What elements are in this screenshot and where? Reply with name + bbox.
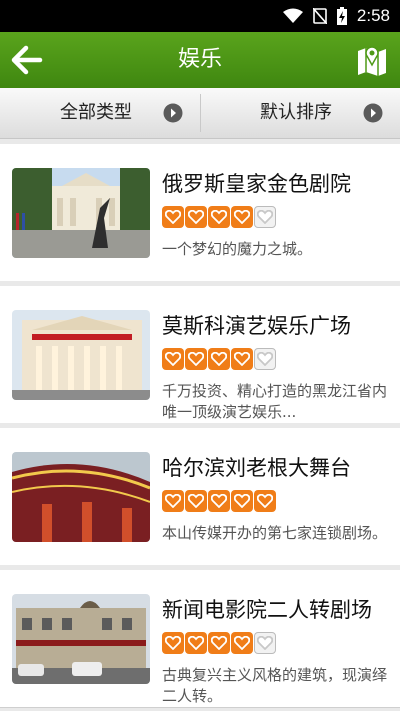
chevron-right-icon [163,103,183,123]
heart-filled-icon [208,206,230,228]
heart-filled-icon [254,490,276,512]
heart-filled-icon [231,348,253,370]
heart-filled-icon [162,632,184,654]
venue-description: 千万投资、精心打造的黑龙江省内唯一顶级演艺娱乐... [162,382,388,421]
venue-thumbnail [12,310,150,400]
heart-empty-icon [254,632,276,654]
venue-description: 古典复兴主义风格的建筑，现演绎二人转。 [162,666,388,705]
title-bar: 娱乐 [0,32,400,88]
wifi-icon [282,8,303,23]
category-filter[interactable]: 全部类型 [0,88,200,138]
sort-filter[interactable]: 默认排序 [200,88,400,138]
filter-bar: 全部类型 默认排序 [0,88,400,139]
list-item[interactable]: 新闻电影院二人转剧场 古典复兴主义风格的建筑，现演绎二人转。 [0,570,400,708]
status-time: 2:58 [356,6,390,25]
venue-name: 哈尔滨刘老根大舞台 [162,456,351,480]
rating [162,206,276,228]
heart-filled-icon [208,490,230,512]
heart-filled-icon [185,490,207,512]
status-bar: 2:58 [0,0,400,32]
heart-empty-icon [254,206,276,228]
no-sim-icon [312,8,327,24]
heart-filled-icon [231,206,253,228]
heart-filled-icon [185,348,207,370]
category-filter-label: 全部类型 [60,102,132,123]
battery-charging-icon [336,7,347,25]
venue-thumbnail [12,452,150,542]
heart-filled-icon [185,632,207,654]
chevron-right-icon [363,103,383,123]
list-item[interactable]: 莫斯科演艺娱乐广场 千万投资、精心打造的黑龙江省内唯一顶级演艺娱乐... [0,286,400,424]
page-title: 娱乐 [177,47,222,72]
heart-filled-icon [208,632,230,654]
heart-filled-icon [162,490,184,512]
list-item[interactable]: 俄罗斯皇家金色剧院 一个梦幻的魔力之城。 [0,144,400,282]
venue-description: 本山传媒开办的第七家连锁剧场。 [162,524,388,542]
heart-filled-icon [231,490,253,512]
map-icon[interactable] [356,43,388,77]
venue-name: 莫斯科演艺娱乐广场 [162,314,351,338]
venue-name: 俄罗斯皇家金色剧院 [162,172,351,196]
venue-thumbnail [12,594,150,684]
rating [162,632,276,654]
heart-filled-icon [208,348,230,370]
venue-name: 新闻电影院二人转剧场 [162,598,372,622]
rating [162,490,276,512]
heart-filled-icon [162,348,184,370]
sort-filter-label: 默认排序 [260,102,332,123]
venue-description: 一个梦幻的魔力之城。 [162,240,313,258]
list-item[interactable]: 哈尔滨刘老根大舞台 本山传媒开办的第七家连锁剧场。 [0,428,400,566]
heart-filled-icon [231,632,253,654]
heart-filled-icon [162,206,184,228]
rating [162,348,276,370]
heart-empty-icon [254,348,276,370]
venue-thumbnail [12,168,150,258]
heart-filled-icon [185,206,207,228]
